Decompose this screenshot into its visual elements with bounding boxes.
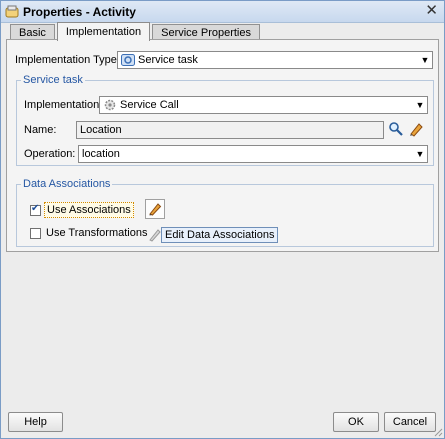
service-task-icon <box>121 54 135 66</box>
disabled-pencil-icon <box>149 229 161 242</box>
ok-button[interactable]: OK <box>333 412 379 432</box>
properties-dialog: Properties - Activity ✕ Basic Implementa… <box>0 0 445 439</box>
window-title: Properties - Activity <box>23 4 136 19</box>
implementation-panel: Implementation Type: Service task ▼ Serv… <box>6 39 439 252</box>
cancel-button[interactable]: Cancel <box>384 412 436 432</box>
implementation-type-select[interactable]: Service task ▼ <box>117 51 433 69</box>
service-task-legend: Service task <box>23 74 83 86</box>
operation-label: Operation: <box>24 148 76 160</box>
activity-icon <box>5 5 19 17</box>
pencil-icon <box>149 203 162 216</box>
use-associations-label: Use Associations <box>44 202 134 218</box>
implementation-type-value: Service task <box>138 54 198 66</box>
tab-implementation[interactable]: Implementation <box>56 22 151 41</box>
title-bar: Properties - Activity ✕ <box>1 1 444 23</box>
use-transformations-checkbox[interactable] <box>30 227 41 239</box>
chevron-down-icon: ▼ <box>420 55 430 65</box>
implementation-type-label: Implementation Type: <box>15 54 120 66</box>
tooltip: Edit Data Associations <box>161 227 279 243</box>
tab-bar: Basic Implementation Service Properties <box>10 22 262 41</box>
help-button[interactable]: Help <box>8 412 63 432</box>
use-associations-checkbox[interactable] <box>30 203 41 216</box>
name-label: Name: <box>24 124 57 136</box>
edit-pencil-icon[interactable] <box>408 121 424 137</box>
use-associations-option[interactable]: Use Associations <box>30 202 134 218</box>
operation-value: location <box>82 148 120 160</box>
button-bar: Help OK Cancel <box>6 412 439 432</box>
use-transformations-option[interactable]: Use Transformations <box>30 227 147 239</box>
gear-icon <box>104 99 116 111</box>
implementation-value: Service Call <box>120 99 179 111</box>
use-transformations-label: Use Transformations <box>46 227 148 239</box>
edit-associations-button[interactable] <box>145 199 165 219</box>
close-icon[interactable]: ✕ <box>425 2 438 20</box>
data-associations-legend: Data Associations <box>23 178 111 190</box>
implementation-select[interactable]: Service Call ▼ <box>99 96 428 114</box>
operation-select[interactable]: location ▼ <box>78 145 428 163</box>
implementation-label: Implementation: <box>24 99 103 111</box>
chevron-down-icon: ▼ <box>415 149 425 159</box>
resize-grip-icon[interactable] <box>433 427 443 437</box>
name-field[interactable]: Location <box>76 121 384 139</box>
chevron-down-icon: ▼ <box>415 100 425 110</box>
search-icon[interactable] <box>388 121 404 137</box>
